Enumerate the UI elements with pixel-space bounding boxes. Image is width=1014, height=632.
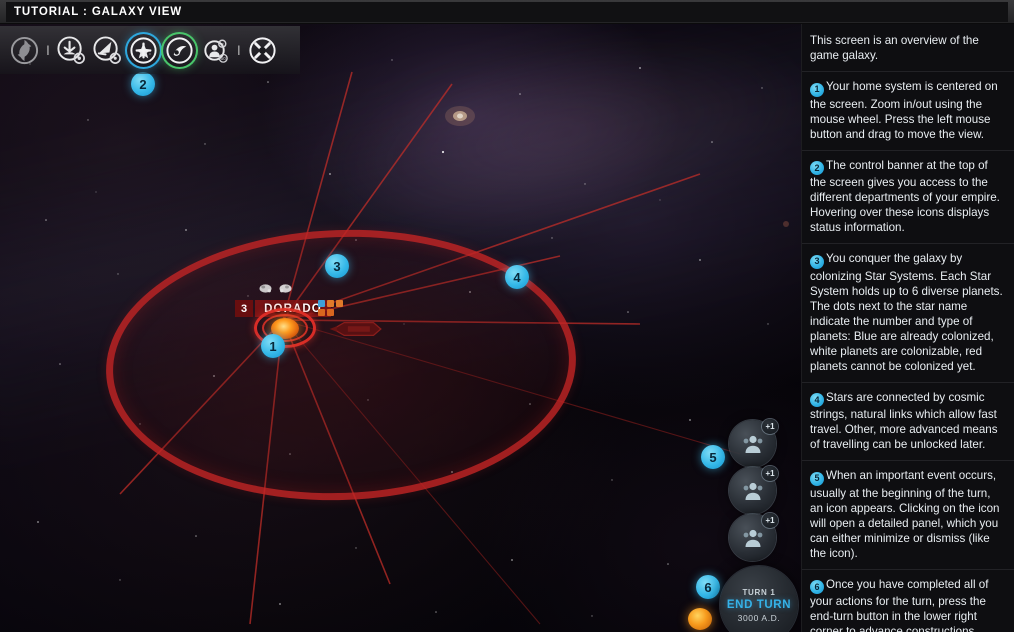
military-icon bbox=[130, 36, 157, 64]
department-population[interactable] bbox=[55, 34, 88, 67]
options-icon bbox=[249, 36, 276, 64]
planet-dot-colonizable bbox=[327, 300, 334, 307]
planet-dot-group bbox=[318, 300, 344, 316]
population-glyph bbox=[743, 435, 762, 453]
event-icon-population[interactable]: +1 bbox=[729, 419, 778, 467]
end-turn-label: END TURN bbox=[726, 598, 792, 611]
dust-orb-indicator bbox=[688, 608, 712, 630]
banner-separator: I bbox=[46, 42, 50, 58]
planet-dot-colonizable bbox=[327, 309, 334, 316]
svg-text:3: 3 bbox=[221, 41, 224, 47]
department-academy[interactable]: 3 50 bbox=[199, 34, 232, 67]
banner-separator: I bbox=[236, 42, 241, 58]
distant-galaxy bbox=[445, 106, 475, 126]
end-turn-button[interactable]: TURN 1 END TURN 3000 A.D. bbox=[720, 566, 798, 632]
tutorial-marker-3[interactable]: 3 bbox=[325, 254, 349, 278]
department-diplomacy[interactable] bbox=[163, 34, 196, 67]
tutorial-tip-intro: This screen is an overview of the game g… bbox=[802, 24, 1014, 72]
event-badge: +1 bbox=[762, 466, 778, 481]
tip-text: Your home system is centered on the scre… bbox=[810, 80, 998, 141]
department-options[interactable] bbox=[246, 34, 279, 67]
tutorial-marker-1[interactable]: 1 bbox=[261, 334, 285, 358]
planet-count-badge: 3 bbox=[235, 300, 254, 317]
department-research[interactable] bbox=[91, 34, 124, 67]
year-label: 3000 A.D. bbox=[737, 612, 781, 623]
tip-number: 2 bbox=[810, 161, 824, 175]
diplomacy-icon bbox=[166, 36, 193, 64]
tip-number: 4 bbox=[810, 393, 824, 407]
department-military[interactable] bbox=[127, 34, 160, 67]
tip-text: The control banner at the top of the scr… bbox=[810, 158, 1000, 235]
page-title: TUTORIAL : GALAXY VIEW bbox=[14, 6, 183, 18]
tip-number: 1 bbox=[810, 82, 824, 97]
tutorial-tip-6: 6 Once you have completed all of your act… bbox=[802, 569, 1014, 632]
tutorial-marker-5[interactable]: 5 bbox=[701, 445, 725, 469]
enemy-ship-icon[interactable] bbox=[328, 318, 386, 340]
fleet-icon-group[interactable] bbox=[258, 282, 293, 295]
event-badge: +1 bbox=[762, 513, 778, 528]
tutorial-tip-3: 3 You conquer the galaxy by colonizing St… bbox=[802, 244, 1014, 383]
fleet-icon[interactable] bbox=[278, 282, 293, 295]
tutorial-marker-4[interactable]: 4 bbox=[505, 265, 529, 289]
academy-icon: 3 50 bbox=[204, 39, 228, 63]
title-bar-inner: TUTORIAL : GALAXY VIEW bbox=[6, 2, 1008, 22]
svg-text:50: 50 bbox=[221, 56, 226, 61]
tip-number: 3 bbox=[810, 254, 824, 269]
population-icon bbox=[57, 35, 85, 64]
planet-dot-colonizable bbox=[318, 309, 325, 316]
galaxy-viewport[interactable]: 3 DORADO 1 2 3 4 5 6 +1 +1 +1 TURN 1 END… bbox=[0, 24, 801, 632]
population-glyph bbox=[743, 529, 762, 547]
tip-number: 5 bbox=[810, 471, 824, 486]
tutorial-tip-4: 4 Stars are connected by cosmic strings, … bbox=[802, 382, 1014, 461]
tip-text: Once you have completed all of your acti… bbox=[810, 577, 989, 632]
title-bar: TUTORIAL : GALAXY VIEW bbox=[0, 0, 1014, 24]
game-window: TUTORIAL : GALAXY VIEW 3 DORADO 1 2 3 4 … bbox=[0, 0, 1014, 632]
tip-text: When an important event occurs, usually … bbox=[810, 469, 1000, 560]
tutorial-tip-2: 2 The control banner at the top of the sc… bbox=[802, 150, 1014, 244]
department-empire[interactable] bbox=[8, 34, 41, 67]
tip-number: 6 bbox=[810, 580, 824, 594]
fleet-icon[interactable] bbox=[258, 282, 273, 295]
tutorial-tip-1: 1 Your home system is centered on the scr… bbox=[802, 72, 1014, 151]
turn-number-label: TURN 1 bbox=[742, 587, 776, 597]
tip-text: You conquer the galaxy by colonizing Sta… bbox=[810, 252, 1003, 373]
population-glyph bbox=[743, 482, 762, 500]
distant-star-cluster bbox=[783, 221, 789, 227]
tutorial-tip-5: 5 When an important event occurs, usually… bbox=[802, 461, 1014, 570]
planet-dot-colonized bbox=[318, 300, 325, 307]
empire-icon bbox=[10, 36, 39, 64]
event-icon-population[interactable]: +1 bbox=[729, 513, 778, 561]
planet-dot-colonizable bbox=[336, 300, 343, 307]
tutorial-marker-2[interactable]: 2 bbox=[131, 72, 155, 96]
tutorial-panel[interactable]: This screen is an overview of the game g… bbox=[801, 24, 1014, 632]
tip-text: This screen is an overview of the game g… bbox=[810, 34, 979, 62]
event-icon-population[interactable]: +1 bbox=[729, 466, 778, 514]
research-icon bbox=[93, 35, 121, 64]
control-banner[interactable]: I 3 50 I bbox=[0, 26, 300, 74]
event-badge: +1 bbox=[762, 419, 778, 434]
tutorial-marker-6[interactable]: 6 bbox=[696, 575, 720, 599]
tip-text: Stars are connected by cosmic strings, n… bbox=[810, 390, 998, 452]
